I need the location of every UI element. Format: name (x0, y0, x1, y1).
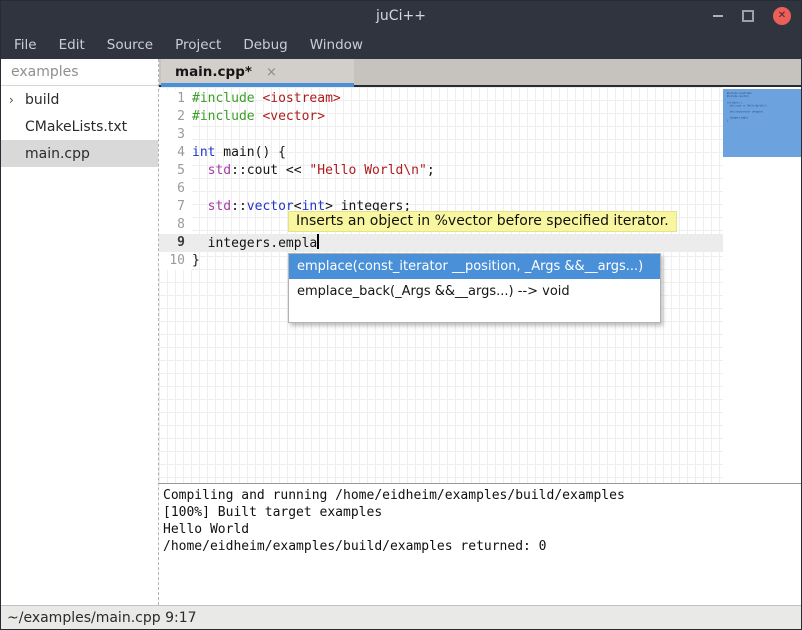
code-line-5: 5 std::cout << "Hello World\n"; (159, 162, 723, 180)
tree-item-label: CMakeLists.txt (25, 119, 127, 135)
code-token: int (192, 145, 215, 160)
file-tree: ›build CMakeLists.txt main.cpp (1, 86, 158, 167)
minimap[interactable]: #include <iostream> #include <vector> in… (723, 87, 802, 483)
cursor-location-label: ~/examples/main.cpp 9:17 (7, 610, 197, 626)
code-text[interactable]: std::cout << "Hello World\n"; (192, 162, 723, 180)
line-number: 9 (159, 234, 192, 252)
code-line-1: 1#include <iostream> (159, 90, 723, 108)
menu-item-debug[interactable]: Debug (232, 31, 298, 59)
line-number: 6 (159, 180, 192, 198)
completion-item[interactable]: emplace(const_iterator __position, _Args… (289, 254, 660, 279)
line-number: 5 (159, 162, 192, 180)
code-token: <vector> (262, 109, 325, 124)
code-token: std (208, 199, 231, 214)
completion-item[interactable]: emplace_back(_Args &&__args...) --> void (289, 279, 660, 304)
code-token: main() { (215, 145, 285, 160)
code-token: ::cout << (231, 163, 309, 178)
code-line-9: 9 integers.empla (159, 234, 723, 252)
tab-bar: main.cpp* × (159, 59, 802, 87)
code-token (192, 163, 208, 178)
output-line: [100%] Built target examples (163, 504, 802, 521)
menu-item-window[interactable]: Window (299, 31, 374, 59)
line-number: 4 (159, 144, 192, 162)
output-line: /home/eidheim/examples/build/examples re… (163, 538, 802, 555)
menu-item-file[interactable]: File (3, 31, 48, 59)
code-token: #include (192, 109, 262, 124)
line-number: 1 (159, 90, 192, 108)
output-line: Compiling and running /home/eidheim/exam… (163, 487, 802, 504)
code-line-6: 6 (159, 180, 723, 198)
tab-close-icon[interactable]: × (266, 66, 277, 79)
code-lines: 1#include <iostream>2#include <vector>34… (159, 90, 723, 270)
code-token: integers.empla (192, 236, 317, 251)
line-number: 8 (159, 216, 192, 234)
tab-label: main.cpp* (161, 64, 252, 80)
title-bar: juCi++ ✕ (1, 1, 801, 31)
code-token: #include (192, 91, 262, 106)
code-token: std (208, 163, 231, 178)
code-token: ; (427, 163, 435, 178)
sidebar-item-cmakelists-txt[interactable]: CMakeLists.txt (1, 113, 158, 140)
build-output-panel[interactable]: Compiling and running /home/eidheim/exam… (159, 483, 802, 605)
main-area: main.cpp* × 1#include <iostream>2#includ… (159, 59, 802, 605)
text-cursor (317, 234, 319, 249)
project-name-label: examples (1, 59, 158, 86)
code-text[interactable] (192, 126, 723, 144)
close-icon[interactable]: ✕ (773, 7, 791, 25)
file-tree-sidebar: examples ›build CMakeLists.txt main.cpp (1, 59, 159, 605)
code-token: "Hello World\n" (309, 163, 426, 178)
code-text[interactable]: #include <vector> (192, 108, 723, 126)
code-token: } (192, 253, 200, 268)
code-line-4: 4int main() { (159, 144, 723, 162)
code-text[interactable]: int main() { (192, 144, 723, 162)
minimize-icon[interactable] (713, 15, 723, 17)
autocomplete-popup: emplace(const_iterator __position, _Args… (288, 253, 661, 323)
code-token (192, 199, 208, 214)
minimap-viewport[interactable]: #include <iostream> #include <vector> in… (723, 89, 802, 157)
menu-item-project[interactable]: Project (164, 31, 232, 59)
line-number: 7 (159, 198, 192, 216)
code-token: <iostream> (262, 91, 340, 106)
tab-main-cpp[interactable]: main.cpp* × (161, 59, 354, 85)
minimap-code: #include <iostream> #include <vector> in… (727, 92, 741, 123)
line-number: 10 (159, 252, 192, 270)
code-line-2: 2#include <vector> (159, 108, 723, 126)
line-number: 2 (159, 108, 192, 126)
line-number: 3 (159, 126, 192, 144)
window-title: juCi++ (1, 1, 801, 31)
app-window: juCi++ ✕ FileEditSourceProjectDebugWindo… (0, 0, 802, 630)
tree-item-label: main.cpp (25, 146, 90, 162)
code-token: :: (231, 199, 247, 214)
code-line-3: 3 (159, 126, 723, 144)
sidebar-item-main-cpp[interactable]: main.cpp (1, 140, 158, 167)
code-text[interactable]: #include <iostream> (192, 90, 723, 108)
doc-tooltip: Inserts an object in %vector before spec… (288, 211, 677, 232)
output-line: Hello World (163, 521, 802, 538)
code-text[interactable]: integers.empla (192, 234, 723, 252)
menu-item-source[interactable]: Source (96, 31, 164, 59)
chevron-right-icon: › (1, 93, 25, 107)
menu-bar: FileEditSourceProjectDebugWindow (1, 31, 801, 59)
code-text[interactable] (192, 180, 723, 198)
window-controls: ✕ (713, 1, 791, 31)
tree-item-label: build (25, 92, 59, 108)
restore-icon[interactable] (742, 10, 754, 22)
code-token: vector (247, 199, 294, 214)
sidebar-item-build[interactable]: ›build (1, 86, 158, 113)
status-bar: ~/examples/main.cpp 9:17 (1, 605, 801, 630)
menu-item-edit[interactable]: Edit (48, 31, 96, 59)
